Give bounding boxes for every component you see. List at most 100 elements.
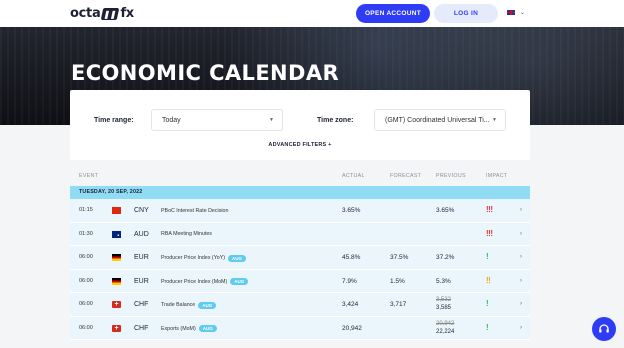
actual-value: 45.8% (342, 254, 361, 261)
uk-flag-icon (506, 9, 516, 16)
time-zone-label: Time zone: (317, 117, 354, 124)
open-account-button[interactable]: OPEN ACCOUNT (356, 4, 430, 23)
event-name-cell: Trade Balance AUG (161, 301, 217, 309)
event-time: 01:30 (79, 230, 93, 237)
currency-code: CHF (134, 324, 149, 332)
impact-indicator: ! (486, 252, 489, 261)
column-header-previous: PREVIOUS (436, 173, 466, 179)
chevron-down-icon: ▼ (269, 117, 274, 123)
previous-value: 3,585 (436, 305, 452, 311)
octafx-logo[interactable]: octa ❚❚ fx (70, 5, 134, 22)
currency-code: AUD (134, 230, 149, 238)
impact-indicator: !!! (486, 228, 493, 238)
previous-value: 22,224 (436, 328, 455, 335)
event-name: Producer Price Index (YoY) (161, 255, 225, 261)
time-zone-value: (GMT) Coordinated Universal Ti... (385, 116, 490, 124)
impact-indicator: !! (486, 275, 491, 285)
currency-code: EUR (134, 277, 149, 285)
event-time: 06:00 (79, 254, 93, 260)
column-header-event: EVENT (79, 173, 99, 179)
table-row[interactable]: 06:00 EUR Producer Price Index (YoY) AUG 45.… (70, 246, 530, 270)
event-name: PBoC Interest Rate Decision (161, 207, 229, 214)
event-time: 01:15 (79, 207, 93, 213)
logo-text-left: octa (70, 6, 101, 21)
advanced-filters-toggle[interactable]: ADVANCED FILTERS + (70, 142, 530, 148)
chevron-right-icon[interactable]: › (520, 301, 522, 307)
actual-value: 3,424 (342, 301, 359, 308)
column-header-impact: IMPACT (486, 173, 508, 179)
chevron-right-icon[interactable]: › (520, 278, 522, 284)
chevron-right-icon[interactable]: › (520, 207, 522, 213)
event-name: Producer Price Index (MoM) (161, 278, 228, 285)
period-badge: AUG (198, 325, 217, 332)
top-bar: octa ❚❚ fx OPEN ACCOUNT LOG IN ⌄ (0, 0, 624, 27)
chevron-right-icon[interactable]: › (520, 231, 522, 237)
chevron-down-icon: ⌄ (520, 10, 526, 16)
actual-value: 7.9% (342, 277, 357, 285)
event-name: RBA Meeting Minutes (161, 231, 212, 237)
event-name-cell: RBA Meeting Minutes (161, 231, 212, 237)
forecast-value: 1.5% (390, 277, 405, 285)
table-row[interactable]: 06:00 + CHF Trade Balance AUG 3,424 3,717 3,532… (70, 293, 530, 317)
column-header-forecast: FORECAST (390, 173, 422, 179)
table-row[interactable]: 01:30 AUD RBA Meeting Minutes!!! › (70, 222, 530, 246)
table-row[interactable]: 01:15 CNY PBoC Interest Rate Decision 3.65%… (70, 199, 530, 223)
time-zone-select[interactable]: (GMT) Coordinated Universal Ti... ▼ (374, 109, 506, 131)
forecast-value: 3,717 (390, 301, 407, 308)
currency-code: CNY (134, 207, 149, 214)
language-selector[interactable]: ⌄ (506, 9, 525, 16)
country-flag-icon (112, 230, 121, 238)
chevron-down-icon: ▼ (492, 117, 497, 123)
country-flag-icon: + (112, 324, 121, 332)
country-flag-icon (112, 277, 121, 285)
event-time: 06:00 (79, 301, 93, 307)
event-name-cell: PBoC Interest Rate Decision (161, 208, 228, 214)
day-header: TUESDAY, 20 SEP, 2022 (70, 186, 530, 199)
page-title: ECONOMIC CALENDAR (71, 61, 340, 85)
currency-code: EUR (134, 254, 149, 261)
logo-text-right: fx (120, 6, 134, 21)
chevron-right-icon[interactable]: › (520, 254, 522, 260)
table-row[interactable]: 06:00 EUR Producer Price Index (MoM) AUG 7.9… (70, 269, 530, 293)
event-time: 06:00 (79, 324, 93, 331)
actual-value: 20,942 (342, 324, 362, 332)
forecast-value: 37.5% (390, 254, 409, 261)
headset-icon (599, 324, 609, 333)
support-chat-button[interactable] (592, 317, 616, 341)
event-name-cell: Exports (MoM) AUG (161, 325, 217, 332)
filters-panel: Time range: Today ▼ Time zone: (GMT) Coo… (70, 90, 530, 160)
period-badge: AUG (230, 278, 249, 285)
event-name-cell: Producer Price Index (YoY) AUG (161, 254, 246, 262)
previous-value: 3.65% (436, 207, 455, 214)
actual-value: 3.65% (342, 207, 361, 214)
column-header-actual: ACTUAL (342, 173, 365, 179)
previous-value-revised: 3,532 3,585 (436, 296, 451, 312)
time-range-select[interactable]: Today ▼ (151, 109, 283, 131)
event-name-cell: Producer Price Index (MoM) AUG (161, 278, 249, 285)
economic-calendar-table: EVENT ACTUAL FORECAST PREVIOUS IMPACT TU… (70, 168, 530, 340)
period-badge: AUG (198, 301, 217, 309)
impact-indicator: ! (486, 322, 489, 332)
previous-value: 37.2% (436, 254, 455, 261)
previous-value-revised: 20,942 22,224 (436, 320, 454, 336)
previous-value-old: 20,942 (436, 320, 455, 327)
time-range-value: Today (162, 116, 181, 124)
event-name: Exports (MoM) (161, 325, 196, 332)
previous-value: 5.3% (436, 277, 451, 285)
logo-mark-icon: ❚❚ (101, 7, 120, 20)
country-flag-icon (112, 207, 121, 214)
event-name: Trade Balance (161, 302, 196, 308)
period-badge: AUG (228, 254, 246, 262)
previous-value-old: 3,532 (436, 297, 452, 303)
login-button[interactable]: LOG IN (434, 4, 498, 23)
impact-indicator: ! (486, 299, 489, 308)
country-flag-icon (112, 254, 121, 261)
impact-indicator: !!! (486, 205, 493, 214)
time-range-label: Time range: (94, 117, 134, 124)
table-row[interactable]: 06:00 + CHF Exports (MoM) AUG 20,942 20,942 22,… (70, 316, 530, 340)
table-header: EVENT ACTUAL FORECAST PREVIOUS IMPACT (70, 168, 530, 186)
table-body: 01:15 CNY PBoC Interest Rate Decision 3.65%… (70, 199, 530, 340)
chevron-right-icon[interactable]: › (520, 325, 522, 331)
event-time: 06:00 (79, 277, 93, 284)
currency-code: CHF (134, 301, 149, 308)
